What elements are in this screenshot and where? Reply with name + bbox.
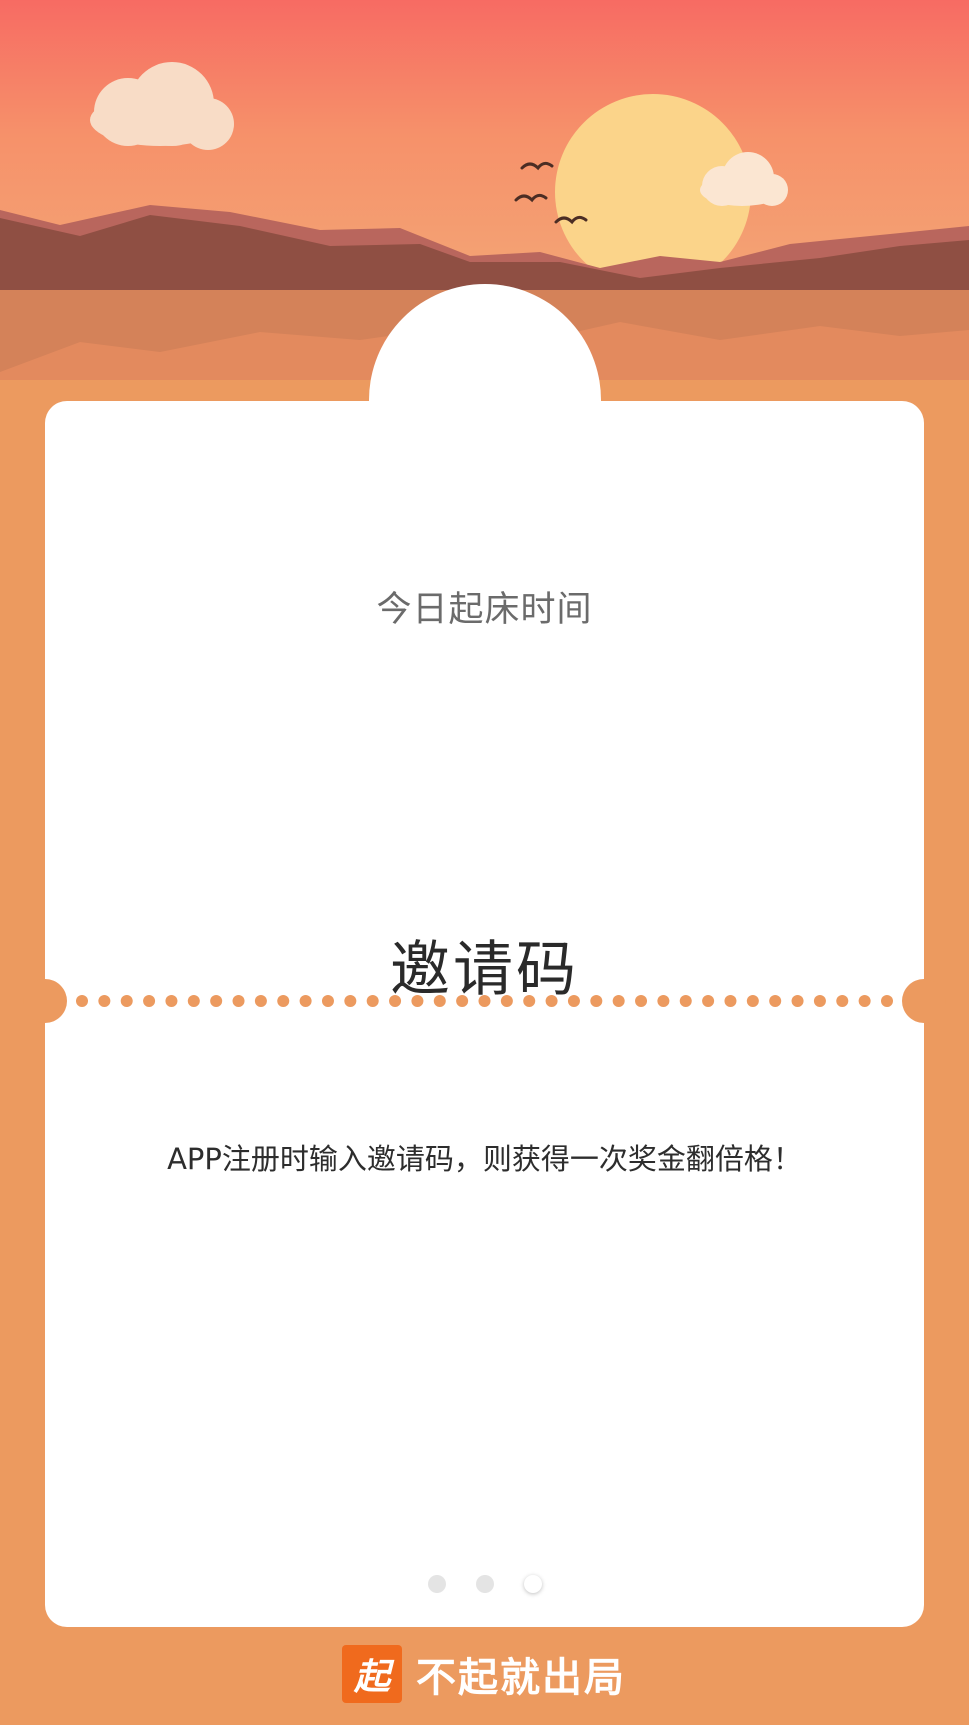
perforation-dot: [277, 995, 290, 1007]
perforation-dot: [98, 995, 111, 1007]
perforation-dot: [232, 995, 245, 1007]
perforation-dot: [590, 995, 603, 1007]
perforation-dot: [478, 995, 491, 1007]
perforation-dot: [679, 995, 692, 1007]
invite-card: 今日起床时间 邀请码 APP注册时输入邀请码，则获得一次奖金翻倍格！: [23, 401, 946, 1627]
perforation-dot: [165, 995, 178, 1007]
page: 今日起床时间 邀请码 APP注册时输入邀请码，则获得一次奖金翻倍格！ 起 不起就…: [0, 0, 969, 1725]
perforation-dot: [813, 995, 826, 1007]
perforation-dot: [187, 995, 200, 1007]
perforation-dot: [500, 995, 513, 1007]
card-title: 今日起床时间: [376, 590, 593, 630]
brand-name: 不起就出局: [416, 1655, 626, 1701]
perforation-dot: [724, 995, 737, 1007]
perforation-dot: [210, 995, 223, 1007]
perforation-dot: [702, 995, 715, 1007]
perforation-dot: [254, 995, 267, 1007]
perforation-dot: [612, 995, 625, 1007]
ticket-notch-left: [23, 979, 67, 1023]
perforation-dot: [567, 995, 580, 1007]
perforation-dot: [769, 995, 782, 1007]
page-dot[interactable]: [523, 1575, 542, 1593]
perforation-dot: [881, 995, 893, 1007]
perforation-divider: [76, 995, 893, 1007]
perforation-dot: [299, 995, 312, 1007]
perforation-dot: [120, 995, 133, 1007]
ticket-notch-right: [902, 979, 946, 1023]
page-dot[interactable]: [427, 1575, 446, 1593]
brand: 起 不起就出局: [342, 1645, 626, 1703]
perforation-dot: [657, 995, 670, 1007]
page-indicator: [45, 1575, 924, 1593]
page-dot[interactable]: [475, 1575, 494, 1593]
perforation-dot: [389, 995, 402, 1007]
perforation-dot: [523, 995, 536, 1007]
perforation-dot: [344, 995, 357, 1007]
perforation-dot: [791, 995, 804, 1007]
perforation-dot: [411, 995, 424, 1007]
perforation-dot: [858, 995, 871, 1007]
perforation-dot: [746, 995, 759, 1007]
perforation-dot: [456, 995, 469, 1007]
perforation-dot: [433, 995, 446, 1007]
perforation-dot: [366, 995, 379, 1007]
perforation-dot: [76, 995, 88, 1007]
invite-hint: APP注册时输入邀请码，则获得一次奖金翻倍格！: [167, 1142, 802, 1176]
perforation-dot: [635, 995, 648, 1007]
perforation-dot: [143, 995, 156, 1007]
perforation-dot: [321, 995, 334, 1007]
brand-logo: 起: [342, 1645, 402, 1703]
perforation-dot: [545, 995, 558, 1007]
perforation-dot: [836, 995, 849, 1007]
